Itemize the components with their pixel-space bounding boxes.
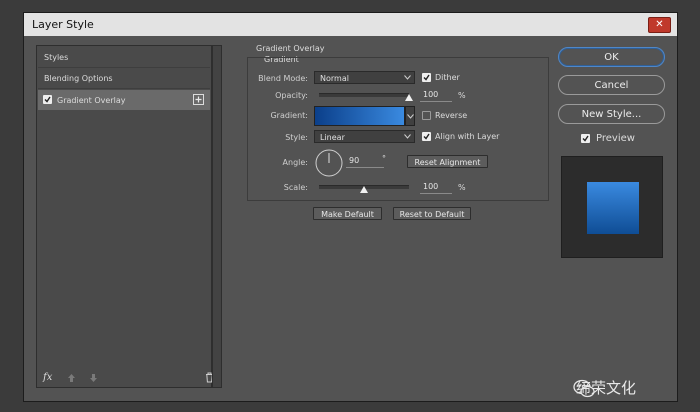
reset-to-default-label: Reset to Default <box>399 210 465 219</box>
align-with-layer-checkbox[interactable] <box>422 132 431 141</box>
opacity-label: Opacity: <box>275 91 308 100</box>
angle-label: Angle: <box>282 158 308 167</box>
styles-list-panel: Styles Blending Options Gradient Overlay… <box>36 45 213 388</box>
gradient-overlay-checkbox[interactable] <box>43 95 52 104</box>
blending-options-label: Blending Options <box>44 74 113 83</box>
scale-unit: % <box>458 183 466 192</box>
gradient-style-select[interactable]: Linear <box>314 130 415 143</box>
chevron-down-icon <box>407 114 414 119</box>
angle-input[interactable]: 90 <box>346 155 384 168</box>
styles-list-item-blending-options[interactable]: Blending Options <box>38 68 210 88</box>
arrow-up-icon[interactable] <box>67 373 76 383</box>
arrow-down-icon[interactable] <box>89 373 98 383</box>
align-with-layer-label: Align with Layer <box>435 132 500 141</box>
ok-label: OK <box>604 52 619 63</box>
styles-list-item-gradient-overlay[interactable]: Gradient Overlay <box>38 90 210 110</box>
scale-label: Scale: <box>283 183 308 192</box>
gradient-style-value: Linear <box>320 133 345 142</box>
opacity-unit: % <box>458 91 466 100</box>
angle-value: 90 <box>349 156 360 165</box>
scale-value: 100 <box>423 182 439 191</box>
blend-mode-value: Normal <box>320 74 349 83</box>
make-default-label: Make Default <box>321 210 374 219</box>
opacity-value: 100 <box>423 90 439 99</box>
close-button[interactable]: ✕ <box>648 17 671 33</box>
chevron-down-icon <box>404 75 411 80</box>
styles-list-scrollbar[interactable] <box>212 45 222 388</box>
reset-alignment-button[interactable]: Reset Alignment <box>407 155 488 168</box>
fx-icon[interactable]: fx <box>43 372 52 383</box>
reverse-checkbox[interactable] <box>422 111 431 120</box>
blend-mode-label: Blend Mode: <box>258 74 308 83</box>
preview-checkbox[interactable] <box>581 134 590 143</box>
title-bar: Layer Style ✕ <box>24 13 677 36</box>
angle-unit: ° <box>382 154 386 163</box>
ok-button[interactable]: OK <box>558 47 665 67</box>
make-default-button[interactable]: Make Default <box>313 207 382 220</box>
styles-list-item-styles[interactable]: Styles <box>38 47 210 67</box>
angle-dial[interactable] <box>315 149 343 177</box>
reverse-label: Reverse <box>435 111 468 120</box>
cancel-label: Cancel <box>594 80 629 91</box>
reset-alignment-label: Reset Alignment <box>414 158 481 167</box>
opacity-input[interactable]: 100 <box>420 89 452 102</box>
new-style-label: New Style... <box>581 109 642 120</box>
gradient-label: Gradient: <box>270 111 308 120</box>
scale-slider-thumb[interactable] <box>360 186 368 193</box>
watermark-text: 缔荣文化 <box>576 379 637 397</box>
style-label: Style: <box>285 133 308 142</box>
reset-to-default-button[interactable]: Reset to Default <box>393 207 471 220</box>
preview-label: Preview <box>596 133 635 144</box>
gradient-dropdown-button[interactable] <box>405 106 415 126</box>
opacity-slider-thumb[interactable] <box>405 94 413 101</box>
blend-mode-select[interactable]: Normal <box>314 71 415 84</box>
gradient-overlay-label: Gradient Overlay <box>57 96 126 105</box>
add-effect-icon[interactable] <box>193 94 204 105</box>
layer-style-dialog: Layer Style ✕ Styles Blending Options Gr… <box>23 12 678 402</box>
group-title: Gradient Overlay <box>256 44 325 53</box>
opacity-slider[interactable] <box>319 93 409 97</box>
dither-checkbox[interactable] <box>422 73 431 82</box>
scale-input[interactable]: 100 <box>420 181 452 194</box>
preview-thumbnail <box>561 156 663 258</box>
new-style-button[interactable]: New Style... <box>558 104 665 124</box>
preview-swatch <box>587 182 639 234</box>
chevron-down-icon <box>404 134 411 139</box>
dialog-title: Layer Style <box>32 18 94 31</box>
dither-label: Dither <box>435 73 460 82</box>
list-divider <box>38 88 210 89</box>
gradient-picker[interactable] <box>314 106 405 126</box>
cancel-button[interactable]: Cancel <box>558 75 665 95</box>
styles-item-label: Styles <box>44 53 69 62</box>
